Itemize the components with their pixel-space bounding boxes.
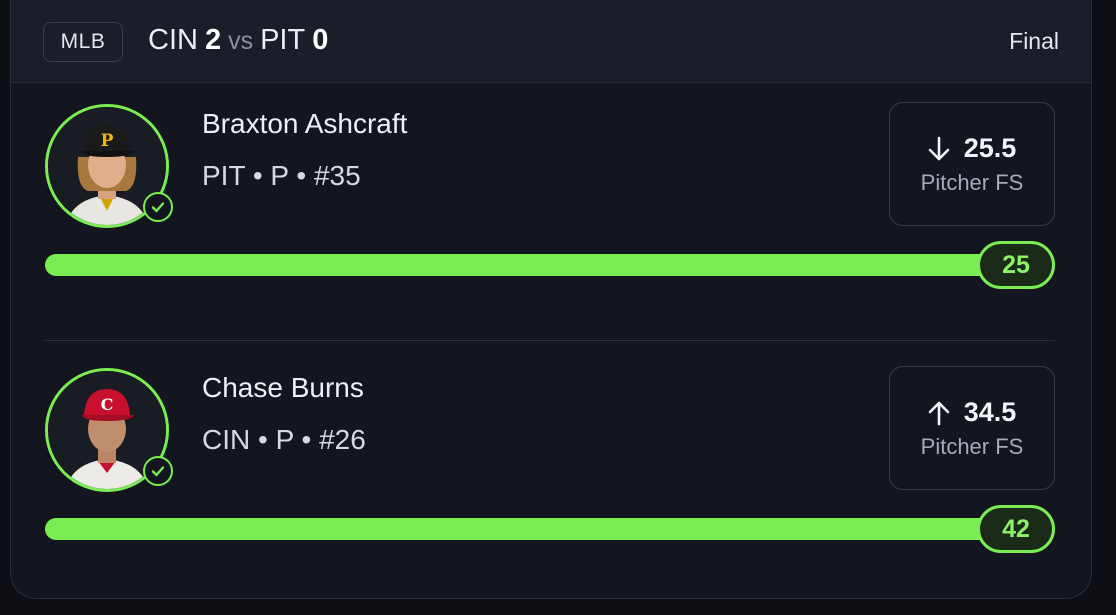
check-icon [143, 456, 173, 486]
game-status: Final [1009, 28, 1059, 54]
player-avatar[interactable]: P [45, 104, 173, 228]
game-header: MLB CIN 2 vs PIT 0 Final [11, 0, 1091, 83]
svg-text:P: P [101, 131, 114, 151]
league-badge: MLB [43, 22, 123, 62]
prop-line-box[interactable]: 25.5 Pitcher FS [889, 102, 1055, 226]
away-team: PIT [260, 24, 306, 56]
vs-label: vs [228, 27, 254, 55]
player-name: Chase Burns [202, 372, 364, 403]
row-divider [45, 340, 1055, 341]
progress-bar: 42 [45, 505, 1055, 553]
check-icon [143, 192, 173, 222]
arrow-up-icon [928, 401, 950, 425]
svg-text:C: C [101, 395, 114, 414]
prop-line-value: 25.5 [963, 133, 1017, 163]
prop-stat-label: Pitcher FS [920, 434, 1024, 459]
progress-bar: 25 [45, 241, 1055, 289]
player-row[interactable]: C Chase Burns CIN • P • #26 34.5 Pitcher… [11, 346, 1091, 596]
matchup-score: CIN 2 vs PIT 0 [148, 24, 328, 57]
result-value-pill: 42 [977, 505, 1055, 553]
prop-stat-label: Pitcher FS [920, 170, 1024, 195]
prop-line-value: 34.5 [963, 397, 1017, 427]
player-meta: CIN • P • #26 [202, 424, 366, 455]
player-row[interactable]: P Braxton Ashcraft PIT • P • #35 25.5 Pi… [11, 82, 1091, 332]
home-team: CIN [148, 24, 198, 56]
progress-fill [45, 254, 1045, 276]
player-avatar[interactable]: C [45, 368, 173, 492]
player-name: Braxton Ashcraft [202, 108, 408, 139]
home-score: 2 [204, 24, 222, 56]
game-card: MLB CIN 2 vs PIT 0 Final P Braxton Ashcr… [10, 0, 1092, 599]
result-value-pill: 25 [977, 241, 1055, 289]
away-score: 0 [312, 24, 329, 56]
arrow-down-icon [928, 136, 950, 160]
progress-fill [45, 518, 1045, 540]
player-meta: PIT • P • #35 [202, 160, 361, 191]
prop-line-box[interactable]: 34.5 Pitcher FS [889, 366, 1055, 490]
